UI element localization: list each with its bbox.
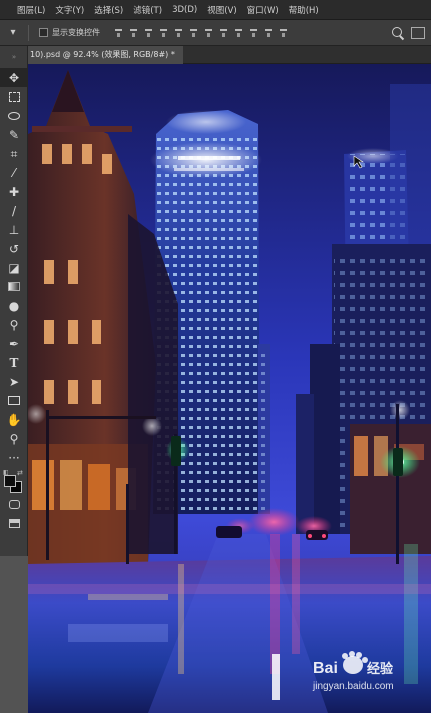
menu-3d[interactable]: 3D(D) (167, 5, 202, 15)
menu-filter[interactable]: 滤镜(T) (128, 4, 167, 16)
workspace-icon[interactable] (411, 26, 425, 39)
more-tools-icon[interactable]: ··· (0, 448, 28, 467)
city-night-photo (28, 64, 431, 713)
options-separator (28, 24, 29, 41)
distribute-right-icon[interactable] (279, 27, 288, 38)
blur-tool-icon[interactable]: ● (0, 296, 28, 315)
zoom-tool-icon[interactable]: ⚲ (0, 429, 28, 448)
menu-view[interactable]: 视图(V) (202, 4, 241, 16)
foreground-color-swatch[interactable] (4, 475, 16, 487)
gradient-tool-icon[interactable] (0, 277, 28, 296)
lasso-tool-icon[interactable] (0, 106, 28, 125)
align-vertical-centers-icon[interactable] (129, 27, 138, 38)
distribute-top-icon[interactable] (204, 27, 213, 38)
menu-bar: 图层(L) 文字(Y) 选择(S) 滤镜(T) 3D(D) 视图(V) 窗口(W… (0, 0, 431, 20)
menu-type[interactable]: 文字(Y) (50, 4, 89, 16)
hand-tool-icon[interactable]: ✋ (0, 410, 28, 429)
menu-window[interactable]: 窗口(W) (242, 4, 284, 16)
options-bar: ▾ 显示变换控件 (0, 20, 431, 46)
distribute-hcenter-icon[interactable] (264, 27, 273, 38)
eraser-tool-icon[interactable]: ◪ (0, 258, 28, 277)
document-tab-bar: 10).psd @ 92.4% (效果图, RGB/8#) * (28, 45, 431, 64)
history-brush-tool-icon[interactable]: ↺ (0, 239, 28, 258)
toolbar-grip[interactable]: » (0, 46, 27, 68)
align-buttons-group (114, 27, 288, 38)
distribute-bottom-icon[interactable] (234, 27, 243, 38)
distribute-left-icon[interactable] (249, 27, 258, 38)
tool-preset-picker[interactable]: ▾ (2, 24, 24, 42)
move-tool-icon[interactable]: ✥ (0, 68, 28, 87)
app-logo (0, 0, 12, 20)
document-canvas[interactable]: Bai 经验 jingyan.baidu.com (28, 64, 431, 713)
align-right-edges-icon[interactable] (189, 27, 198, 38)
eyedropper-tool-icon[interactable]: ⁄ (0, 163, 28, 182)
menu-layer[interactable]: 图层(L) (12, 4, 50, 16)
tools-panel: » ✥ ✎ ⌗ ⁄ ✚ / ⊥ ↺ ◪ ● ⚲ ✒ T ➤ ✋ ⚲ ··· ◧ … (0, 46, 28, 556)
color-swatches: ◧ ⇄ (0, 469, 27, 495)
pen-tool-icon[interactable]: ✒ (0, 334, 28, 353)
align-left-edges-icon[interactable] (159, 27, 168, 38)
distribute-vcenter-icon[interactable] (219, 27, 228, 38)
path-select-tool-icon[interactable]: ➤ (0, 372, 28, 391)
healing-brush-tool-icon[interactable]: ✚ (0, 182, 28, 201)
screen-mode-icon[interactable] (0, 514, 28, 533)
quick-select-tool-icon[interactable]: ✎ (0, 125, 28, 144)
brush-tool-icon[interactable]: / (0, 201, 28, 220)
show-transform-controls-checkbox[interactable] (39, 28, 48, 37)
marquee-tool-icon[interactable] (0, 87, 28, 106)
dodge-tool-icon[interactable]: ⚲ (0, 315, 28, 334)
search-icon[interactable] (391, 26, 405, 40)
align-horizontal-centers-icon[interactable] (174, 27, 183, 38)
menu-help[interactable]: 帮助(H) (284, 4, 324, 16)
document-tab[interactable]: 10).psd @ 92.4% (效果图, RGB/8#) * (28, 45, 183, 64)
align-top-edges-icon[interactable] (114, 27, 123, 38)
align-bottom-edges-icon[interactable] (144, 27, 153, 38)
rectangle-tool-icon[interactable] (0, 391, 28, 410)
crop-tool-icon[interactable]: ⌗ (0, 144, 28, 163)
show-transform-controls-label: 显示变换控件 (52, 28, 100, 37)
clone-stamp-tool-icon[interactable]: ⊥ (0, 220, 28, 239)
type-tool-icon[interactable]: T (0, 353, 28, 372)
quick-mask-icon[interactable] (0, 495, 28, 514)
menu-select[interactable]: 选择(S) (89, 4, 128, 16)
swap-colors-icon[interactable]: ⇄ (17, 469, 23, 477)
